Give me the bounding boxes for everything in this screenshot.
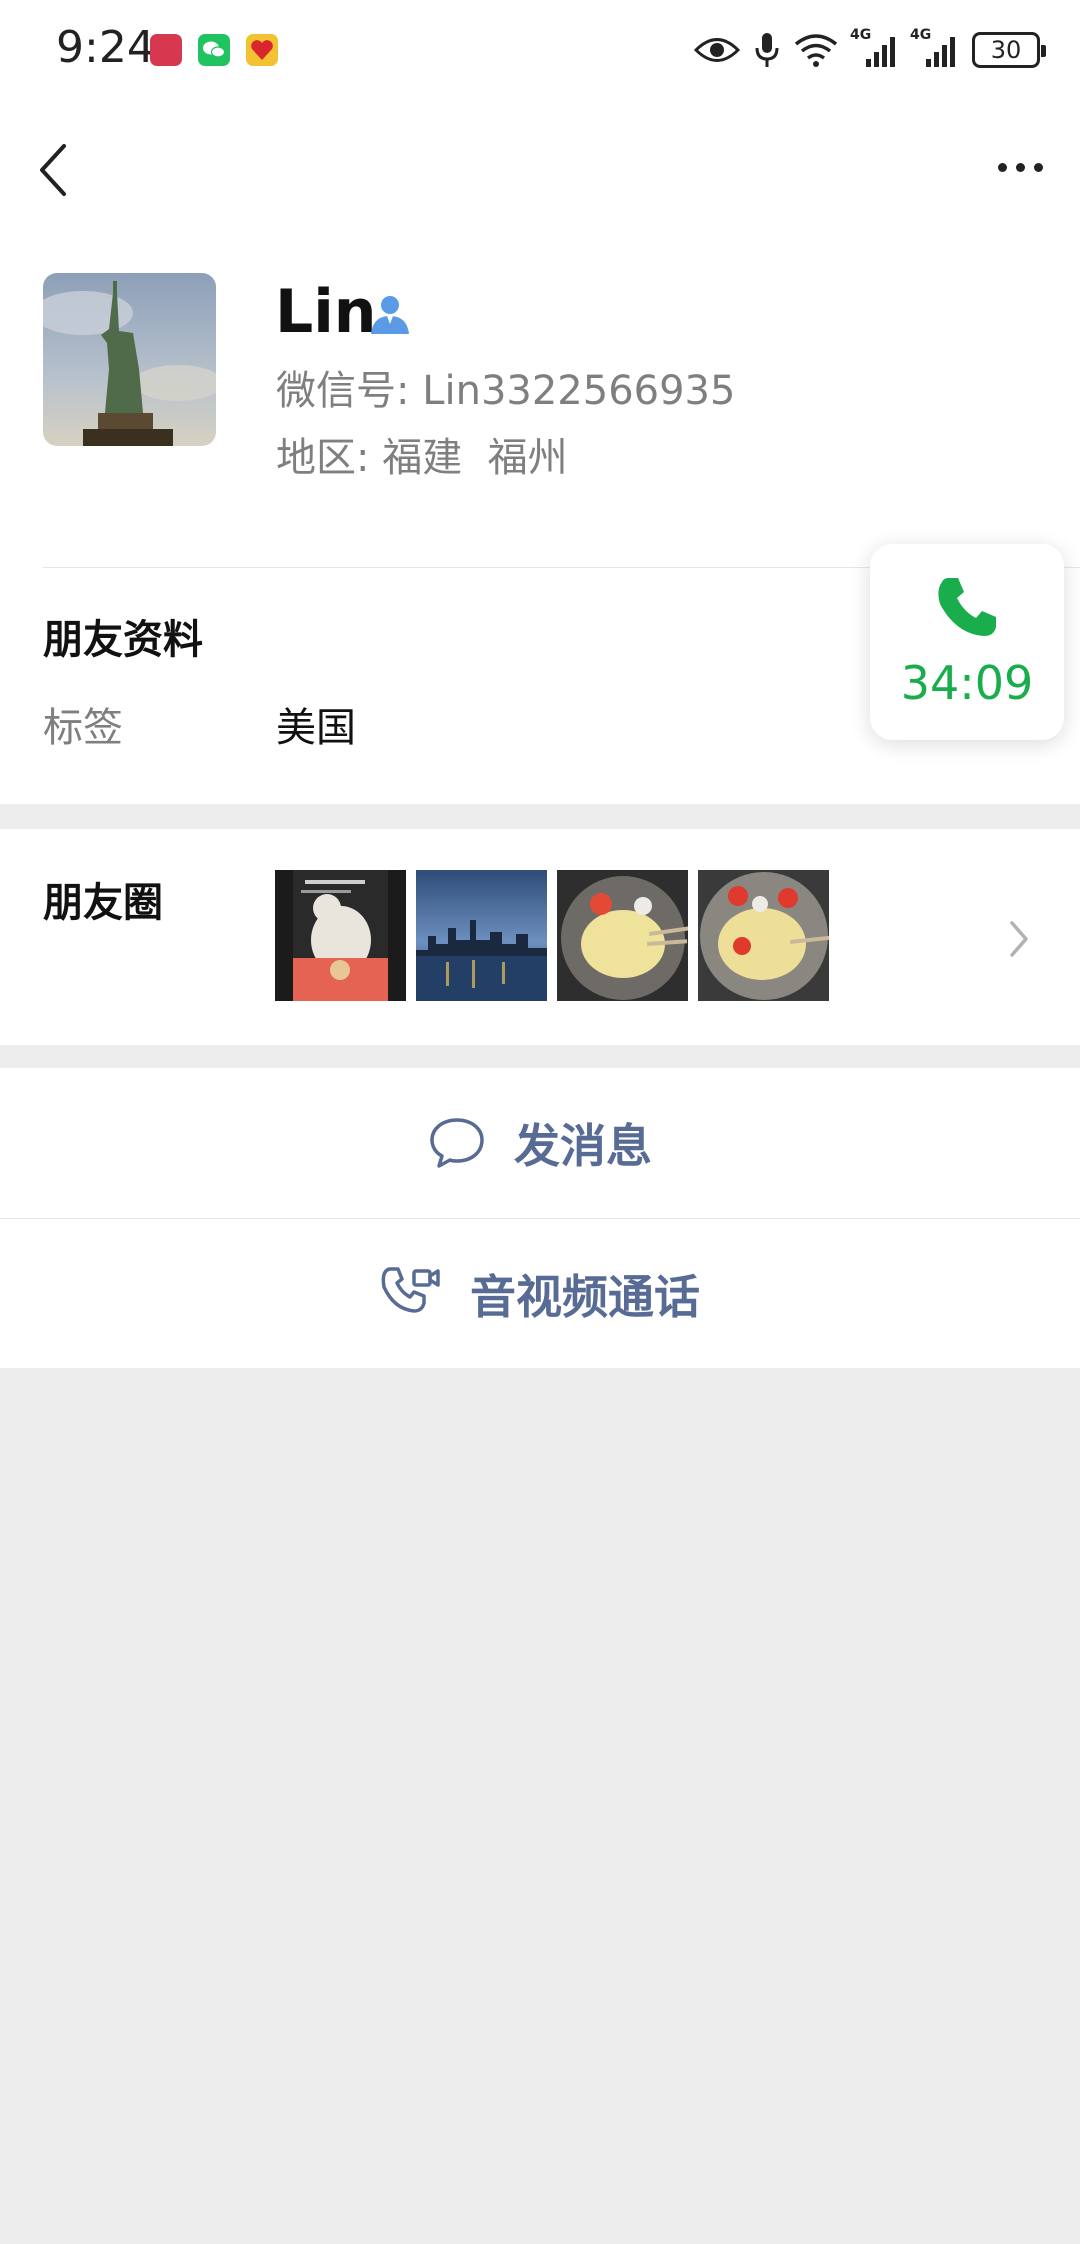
red-heart-app-icon xyxy=(246,34,278,66)
tag-label: 标签 xyxy=(43,705,123,751)
friend-info-title[interactable]: 朋友资料 xyxy=(43,612,203,668)
eye-icon xyxy=(694,38,740,62)
wechat-icon xyxy=(198,34,230,66)
phone-icon xyxy=(938,578,996,636)
signal-icon-1: 4G xyxy=(850,27,898,67)
signal-icon-2: 4G xyxy=(910,27,958,67)
more-dots-icon[interactable] xyxy=(990,142,1050,192)
action-buttons: 发消息 音视频通话 xyxy=(0,1068,1080,1368)
region-label: 地区: xyxy=(276,435,370,481)
call-duration: 34:09 xyxy=(900,656,1034,710)
wechat-id-value: Lin3322566935 xyxy=(422,368,736,414)
microphone-icon xyxy=(755,33,779,67)
ongoing-call-widget[interactable]: 34:09 xyxy=(870,544,1064,740)
phone-video-icon xyxy=(381,1267,440,1313)
region-value: 福建 福州 xyxy=(382,435,568,481)
status-bar: 9:24 4G 4G 30 xyxy=(0,0,1080,100)
moments-thumbnail[interactable] xyxy=(275,870,406,1001)
wechat-id-label: 微信号: xyxy=(276,368,410,414)
moments-row[interactable]: 朋友圈 xyxy=(0,829,1080,1045)
audio-video-call-button[interactable]: 音视频通话 xyxy=(0,1219,1080,1369)
send-message-button[interactable]: 发消息 xyxy=(0,1068,1080,1218)
status-time: 9:24 xyxy=(56,22,155,73)
huawei-app-icon xyxy=(150,34,182,66)
wechat-id-line: 微信号: Lin3322566935 xyxy=(276,365,735,417)
tag-value[interactable]: 美国 xyxy=(276,700,356,756)
avatar[interactable] xyxy=(43,273,216,446)
chevron-right-icon xyxy=(1010,921,1028,957)
nav-bar xyxy=(0,100,1080,230)
wifi-icon xyxy=(794,34,838,67)
chat-bubble-icon xyxy=(430,1118,484,1168)
region-line: 地区: 福建 福州 xyxy=(276,432,568,484)
send-message-label: 发消息 xyxy=(514,1119,652,1173)
moments-title: 朋友圈 xyxy=(43,880,163,926)
battery-indicator: 30 xyxy=(972,32,1046,68)
moments-thumbnail[interactable] xyxy=(557,870,688,1001)
profile-name: Lin xyxy=(275,277,377,347)
chevron-left-icon[interactable] xyxy=(36,140,76,200)
moments-thumbnail[interactable] xyxy=(416,870,547,1001)
audio-video-call-label: 音视频通话 xyxy=(470,1270,700,1324)
moments-thumbnail[interactable] xyxy=(698,870,829,1001)
contact-person-icon xyxy=(371,296,409,334)
